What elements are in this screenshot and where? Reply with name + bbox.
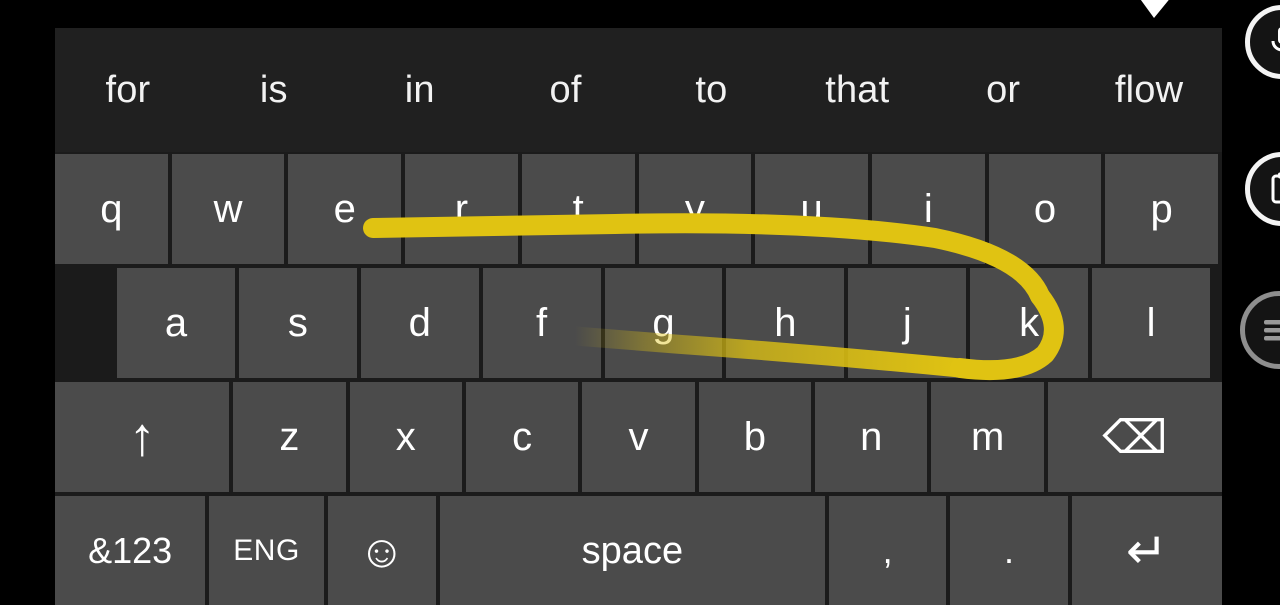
key-w[interactable]: w <box>171 154 285 264</box>
enter-icon: ↵ <box>1125 523 1168 579</box>
key-enter[interactable]: ↵ <box>1071 496 1222 605</box>
suggestion-item[interactable]: is <box>201 71 347 109</box>
suggestion-item[interactable]: of <box>493 71 639 109</box>
suggestion-item[interactable]: to <box>639 71 785 109</box>
row2-right-spacer <box>1214 268 1222 378</box>
period-glyph: . <box>1004 530 1015 571</box>
key-comma[interactable]: , <box>828 496 947 605</box>
key-space[interactable]: space <box>439 496 825 605</box>
key-o[interactable]: o <box>988 154 1102 264</box>
suggestion-item[interactable]: flow <box>1076 71 1222 109</box>
key-c[interactable]: c <box>465 382 579 492</box>
key-y[interactable]: y <box>638 154 752 264</box>
key-e[interactable]: e <box>288 154 402 264</box>
key-n[interactable]: n <box>815 382 928 492</box>
on-screen-keyboard: for is in of to that or flow q w e r t y… <box>55 28 1222 605</box>
key-b[interactable]: b <box>698 382 812 492</box>
suggestion-item[interactable]: in <box>347 71 493 109</box>
key-d[interactable]: d <box>360 268 479 378</box>
key-z[interactable]: z <box>233 382 346 492</box>
menu-list-icon <box>1264 320 1280 341</box>
keyboard-row-2: a s d f g h j k l <box>55 268 1222 378</box>
key-language[interactable]: ENG <box>209 496 324 605</box>
key-backspace[interactable]: ⌫ <box>1047 382 1222 492</box>
key-x[interactable]: x <box>349 382 462 492</box>
keyboard-row-3: ↑ z x c v b n m ⌫ <box>55 382 1222 492</box>
top-black-strip <box>0 0 1222 28</box>
suggestion-bar: for is in of to that or flow <box>55 28 1222 152</box>
suggestion-item[interactable]: that <box>784 71 930 109</box>
key-symbols[interactable]: &123 <box>55 496 206 605</box>
comma-glyph: , <box>882 530 893 571</box>
key-t[interactable]: t <box>521 154 635 264</box>
key-h[interactable]: h <box>726 268 845 378</box>
key-p[interactable]: p <box>1105 154 1219 264</box>
key-v[interactable]: v <box>582 382 695 492</box>
key-a[interactable]: a <box>117 268 235 378</box>
clipboard-icon <box>1271 172 1280 204</box>
key-l[interactable]: l <box>1092 268 1211 378</box>
arrow-up-icon: ↑ <box>128 407 156 467</box>
key-k[interactable]: k <box>970 268 1089 378</box>
key-i[interactable]: i <box>871 154 985 264</box>
key-r[interactable]: r <box>405 154 518 264</box>
menu-button[interactable] <box>1240 291 1280 369</box>
clipboard-button[interactable] <box>1245 152 1280 226</box>
key-shift[interactable]: ↑ <box>55 382 230 492</box>
smiley-icon: ☺ <box>358 525 406 577</box>
keyboard-row-1: q w e r t y u i o p <box>55 154 1222 264</box>
microphone-icon <box>1271 27 1280 52</box>
row2-left-spacer <box>55 268 117 378</box>
key-u[interactable]: u <box>755 154 868 264</box>
key-m[interactable]: m <box>931 382 1044 492</box>
key-s[interactable]: s <box>238 268 357 378</box>
key-f[interactable]: f <box>482 268 601 378</box>
suggestion-item[interactable]: for <box>55 71 201 109</box>
microphone-button[interactable] <box>1245 5 1280 79</box>
backspace-icon: ⌫ <box>1102 411 1168 463</box>
key-q[interactable]: q <box>55 154 168 264</box>
key-emoji[interactable]: ☺ <box>327 496 436 605</box>
screen: for is in of to that or flow q w e r t y… <box>0 0 1280 605</box>
keyboard-row-4: &123 ENG ☺ space , . ↵ <box>55 496 1222 605</box>
key-j[interactable]: j <box>848 268 967 378</box>
key-rows: q w e r t y u i o p a s d f g h j k l ↑ … <box>55 152 1222 605</box>
key-g[interactable]: g <box>604 268 723 378</box>
key-period[interactable]: . <box>950 496 1068 605</box>
suggestion-item[interactable]: or <box>930 71 1076 109</box>
